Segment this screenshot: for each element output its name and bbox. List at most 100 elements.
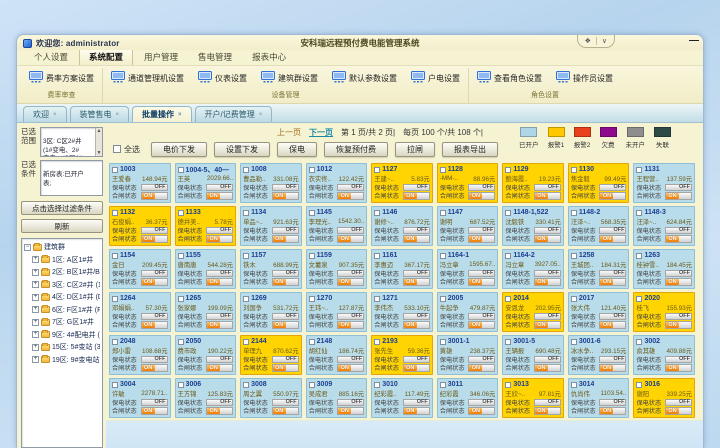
expand-icon[interactable]: + (32, 281, 39, 288)
switch-toggle[interactable]: ON (403, 364, 430, 372)
tree-node[interactable]: +2区: B区1#井/B区1.. (32, 267, 100, 277)
room-checkbox[interactable] (309, 253, 315, 259)
room-card[interactable]: 2048郑小雷108.68元保电状态OFF合闸状态ON (109, 335, 171, 375)
room-card[interactable]: 1147谢明687.52元保电状态OFF合闸状态ON (437, 206, 499, 246)
room-card[interactable]: 2014安恩龙202.95元保电状态OFF合闸状态ON (502, 292, 564, 332)
room-checkbox[interactable] (112, 167, 118, 173)
protect-toggle[interactable]: OFF (141, 227, 168, 235)
on-button[interactable]: ON (142, 408, 155, 414)
tree-node[interactable]: +15区: 5#变站 (3#.. (32, 342, 100, 352)
off-button[interactable]: OFF (351, 399, 363, 405)
on-button[interactable]: ON (535, 365, 548, 371)
tree-node[interactable]: +3区: C区2#井 (1#.. (32, 280, 100, 290)
protect-toggle[interactable]: OFF (665, 399, 692, 407)
on-button[interactable]: ON (207, 236, 220, 242)
switch-toggle[interactable]: ON (272, 407, 299, 415)
room-checkbox[interactable] (243, 382, 249, 388)
room-checkbox[interactable] (636, 339, 642, 345)
off-button[interactable]: OFF (482, 356, 494, 362)
room-card[interactable]: 1003王爱春148.94元保电状态OFF合闸状态ON (109, 163, 171, 203)
room-checkbox[interactable] (243, 167, 249, 173)
room-checkbox[interactable] (374, 382, 380, 388)
on-button[interactable]: ON (404, 408, 417, 414)
protect-toggle[interactable]: OFF (534, 399, 561, 407)
room-checkbox[interactable] (440, 253, 446, 259)
switch-toggle[interactable]: ON (403, 321, 430, 329)
off-button[interactable]: OFF (548, 399, 560, 405)
switch-toggle[interactable]: ON (206, 364, 233, 372)
room-checkbox[interactable] (571, 339, 577, 345)
switch-toggle[interactable]: ON (206, 321, 233, 329)
protect-toggle[interactable]: OFF (534, 356, 561, 364)
protect-toggle[interactable]: OFF (468, 399, 495, 407)
room-checkbox[interactable] (505, 253, 511, 259)
switch-toggle[interactable]: ON (141, 364, 168, 372)
on-button[interactable]: ON (469, 322, 482, 328)
protect-toggle[interactable]: OFF (468, 270, 495, 278)
protect-toggle[interactable]: OFF (468, 184, 495, 192)
off-button[interactable]: OFF (286, 313, 298, 319)
tree-node[interactable]: +19区: 9#变电站 (2.. (32, 355, 100, 365)
off-button[interactable]: OFF (679, 356, 691, 362)
switch-toggle[interactable]: ON (468, 235, 495, 243)
off-button[interactable]: OFF (679, 399, 691, 405)
collapse-icon[interactable]: − (24, 244, 31, 251)
off-button[interactable]: OFF (220, 356, 232, 362)
off-button[interactable]: OFF (417, 270, 429, 276)
room-checkbox[interactable] (178, 253, 184, 259)
switch-toggle[interactable]: ON (272, 192, 299, 200)
switch-toggle[interactable]: ON (599, 278, 626, 286)
on-button[interactable]: ON (469, 193, 482, 199)
room-checkbox[interactable] (112, 253, 118, 259)
room-card[interactable]: 3001-6冰水争..293.15元保电状态OFF合闸状态ON (568, 335, 630, 375)
on-button[interactable]: ON (142, 236, 155, 242)
off-button[interactable]: OFF (351, 184, 363, 190)
on-button[interactable]: ON (338, 322, 351, 328)
switch-toggle[interactable]: ON (206, 278, 233, 286)
on-button[interactable]: ON (666, 279, 679, 285)
room-card[interactable]: 1258王城团..184.31元保电状态OFF合闸状态ON (568, 249, 630, 289)
room-card[interactable]: 1159文薯泉907.35元保电状态OFF合闸状态ON (306, 249, 368, 289)
room-checkbox[interactable] (571, 253, 577, 259)
on-button[interactable]: ON (600, 236, 613, 242)
on-button[interactable]: ON (600, 365, 613, 371)
protect-toggle[interactable]: OFF (468, 313, 495, 321)
on-button[interactable]: ON (273, 236, 286, 242)
on-button[interactable]: ON (600, 408, 613, 414)
room-checkbox[interactable] (374, 167, 380, 173)
off-button[interactable]: OFF (679, 227, 691, 233)
room-card[interactable]: 1164-2冯立章3927.05..保电状态OFF合闸状态ON (502, 249, 564, 289)
room-card[interactable]: 1148-1,522沈毅铁330.41元保电状态OFF合闸状态ON (502, 206, 564, 246)
room-checkbox[interactable] (440, 382, 446, 388)
expand-icon[interactable]: + (32, 294, 39, 301)
off-button[interactable]: OFF (417, 313, 429, 319)
ribbon-button-通道管理机设置[interactable]: 通道管理机设置 (109, 69, 186, 87)
scrollbar[interactable]: ▲ ▼ (95, 128, 102, 156)
room-card[interactable]: 1270王玮~..127.87元保电状态OFF合闸状态ON (306, 292, 368, 332)
on-button[interactable]: ON (273, 408, 286, 414)
tab-close-icon[interactable]: × (259, 112, 263, 118)
room-checkbox[interactable] (374, 253, 380, 259)
room-card[interactable]: 3013王欣~..97.81元保电状态OFF合闸状态ON (502, 378, 564, 418)
on-button[interactable]: ON (142, 322, 155, 328)
on-button[interactable]: ON (404, 279, 417, 285)
off-button[interactable]: OFF (351, 270, 363, 276)
room-card[interactable]: 1129鲍海霞..19.23元保电状态OFF合闸状态ON (502, 163, 564, 203)
protect-toggle[interactable]: OFF (206, 313, 233, 321)
menu-item-个人设置[interactable]: 个人设置 (25, 49, 77, 65)
off-button[interactable]: OFF (220, 313, 232, 319)
off-button[interactable]: OFF (351, 356, 363, 362)
room-checkbox[interactable] (505, 339, 511, 345)
on-button[interactable]: ON (338, 279, 351, 285)
off-button[interactable]: OFF (155, 227, 167, 233)
room-checkbox[interactable] (112, 210, 118, 216)
room-card[interactable]: 1154金日209.45元保电状态OFF合闸状态ON (109, 249, 171, 289)
tree-node[interactable]: +1区: A区1#井 (32, 255, 100, 265)
switch-toggle[interactable]: ON (665, 192, 692, 200)
switch-toggle[interactable]: ON (468, 278, 495, 286)
room-checkbox[interactable] (178, 167, 184, 173)
protect-toggle[interactable]: OFF (272, 227, 299, 235)
on-button[interactable]: ON (404, 365, 417, 371)
switch-toggle[interactable]: ON (206, 407, 233, 415)
on-button[interactable]: ON (273, 279, 286, 285)
